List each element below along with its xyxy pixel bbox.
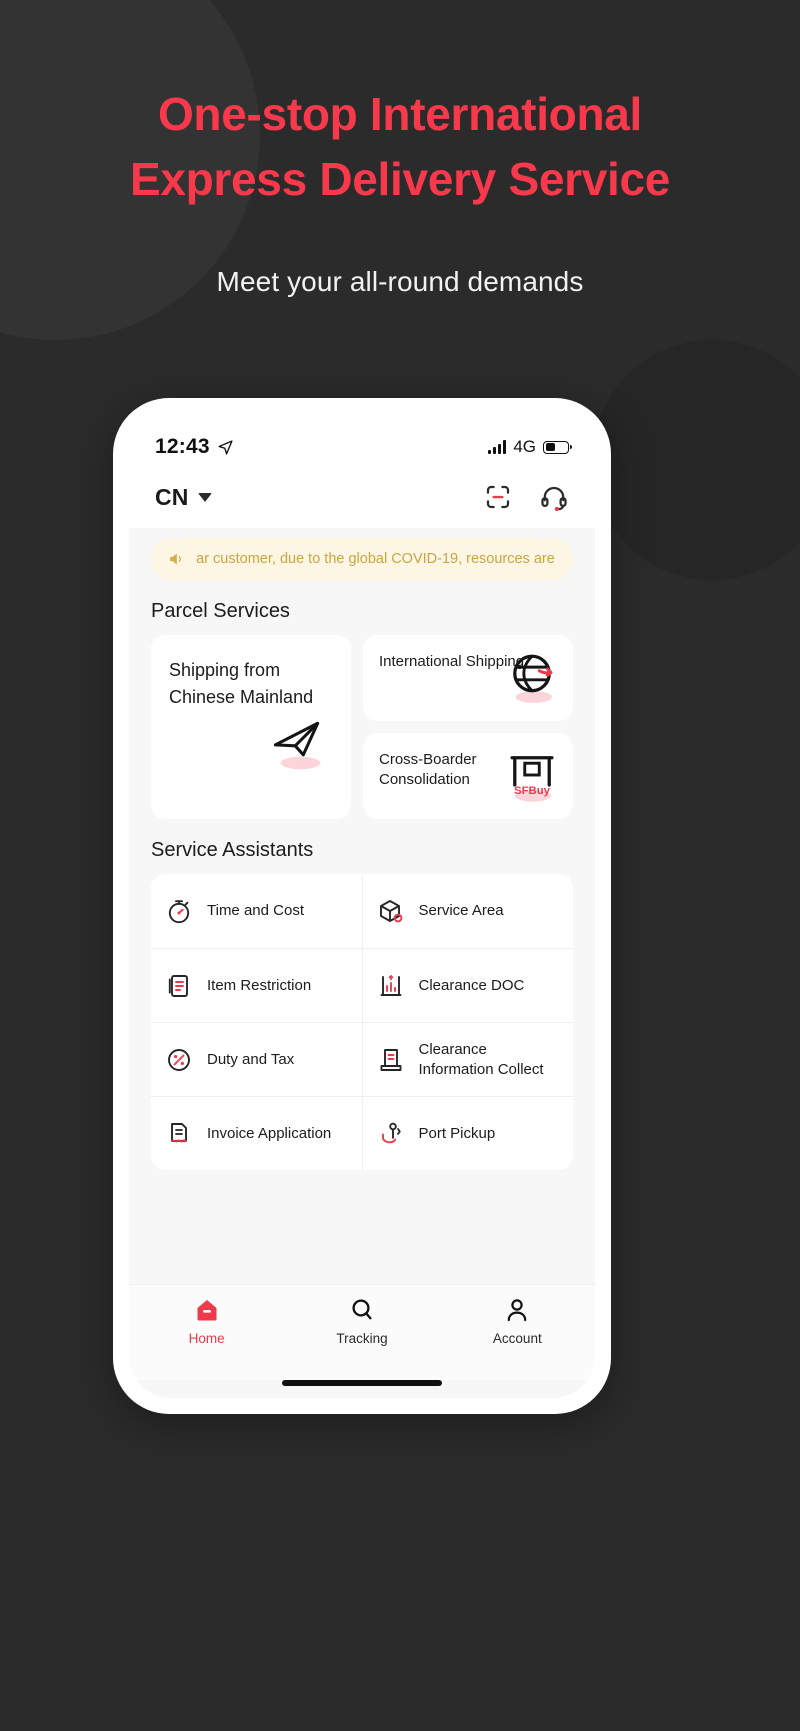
location-arrow-icon [218,439,233,455]
app-header-actions [483,482,569,512]
phone-screen: 12:43 4G CN ar customer, due to the glob… [129,414,595,1398]
port-pickup-icon [381,1122,401,1143]
service-assistants-card: Time and Cost Service Area Item Restrict… [151,874,573,1170]
status-bar-right: 4G [488,437,572,457]
assistant-label: Clearance Information Collect [418,1041,544,1078]
assistant-label: Clearance DOC [418,976,525,994]
search-icon [352,1299,372,1320]
parcel-card-international-shipping[interactable]: International Shipping [363,635,573,721]
person-icon [508,1299,527,1322]
home-icon [197,1300,217,1321]
assistant-row: Item Restriction Clearance DOC [151,948,573,1022]
app-header: CN [129,466,595,528]
phone-mockup: 12:43 4G CN ar customer, due to the glob… [113,398,611,1414]
decorative-circle-right [592,340,800,580]
status-bar-time: 12:43 [155,435,210,458]
assistant-item-time-and-cost[interactable]: Time and Cost [151,874,363,948]
assistant-row: Duty and Tax Clearance Information Colle… [151,1022,573,1096]
bar-chart-icon [380,974,401,996]
status-bar-left: 12:43 [155,435,234,459]
parcel-card-shipping-from-chinese-mainland[interactable]: Shipping from Chinese Mainland [151,635,351,819]
tab-label: Home [188,1331,225,1346]
assistant-item-clearance-doc[interactable]: Clearance DOC [362,948,573,1022]
page-title: One-stop International Express Delivery … [0,0,800,213]
assistant-label: Port Pickup [418,1124,496,1142]
network-label: 4G [513,437,536,456]
document-stamp-icon [380,1048,401,1071]
parcel-card-label: Shipping from Chinese Mainland [169,660,314,707]
headset-icon[interactable] [539,482,569,512]
tab-label: Account [492,1331,542,1346]
assistant-item-port-pickup[interactable]: Port Pickup [362,1096,573,1170]
parcel-cards-column: International Shipping Cross-Boarder Con… [363,635,573,819]
globe-icon [513,654,553,703]
assistant-item-duty-and-tax[interactable]: Duty and Tax [151,1022,363,1096]
assistant-item-invoice-application[interactable]: Invoice Application [151,1096,363,1170]
percent-circle-icon [168,1048,190,1071]
clipboard-list-icon [168,974,188,997]
box-location-icon [379,900,402,923]
stopwatch-icon [168,900,190,924]
headline-line-1: One-stop International [157,88,643,140]
poster: One-stop International Express Delivery … [0,0,800,1731]
assistant-label: Time and Cost [207,902,304,920]
assistant-item-service-area[interactable]: Service Area [363,874,574,948]
battery-icon [543,440,572,454]
page-subtitle: Meet your all-round demands [216,265,584,297]
assistant-row: Time and Cost Service Area [151,874,573,948]
scan-icon[interactable] [483,482,513,512]
service-assistants-title: Service Assistants [151,839,314,861]
paper-plane-icon [273,721,321,770]
tab-label: Tracking [336,1331,388,1346]
notice-banner[interactable]: ar customer, due to the global COVID-19,… [151,538,573,580]
signal-bars-icon [488,440,507,454]
notice-banner-wrap: ar customer, due to the global COVID-19,… [129,528,595,580]
tab-account[interactable]: Account [440,1297,595,1346]
assistant-item-item-restriction[interactable]: Item Restriction [151,948,363,1022]
speaker-icon [170,553,181,565]
assistant-label: Item Restriction [207,976,312,994]
assistant-item-clearance-information-collect[interactable]: Clearance Information Collect [362,1022,573,1096]
headline-line-2: Express Delivery Service [129,153,671,206]
sfbuy-storefront-icon: SFBuy [510,756,554,802]
invoice-icon [171,1122,187,1143]
svg-text:SFBuy: SFBuy [514,785,551,797]
chevron-down-icon [197,492,212,502]
assistant-row: Invoice Application Port Pickup [151,1096,573,1170]
bottom-tab-bar: Home Tracking Account [129,1284,595,1380]
region-selector[interactable]: CN [155,484,212,511]
parcel-card-cross-boarder-consolidation[interactable]: Cross-Boarder Consolidation SFBuy [363,733,573,819]
tab-home[interactable]: Home [129,1297,284,1346]
tab-tracking[interactable]: Tracking [284,1297,439,1346]
notice-text: ar customer, due to the global COVID-19,… [196,551,557,567]
assistant-label: Invoice Application [207,1124,332,1142]
parcel-services-grid: Shipping from Chinese Mainland Internati… [129,635,595,819]
assistant-label: Service Area [418,902,504,920]
phone-notch [268,414,456,440]
assistant-label: Duty and Tax [207,1050,295,1068]
region-label: CN [155,483,189,510]
parcel-services-title: Parcel Services [151,600,290,622]
home-indicator [282,1380,442,1386]
